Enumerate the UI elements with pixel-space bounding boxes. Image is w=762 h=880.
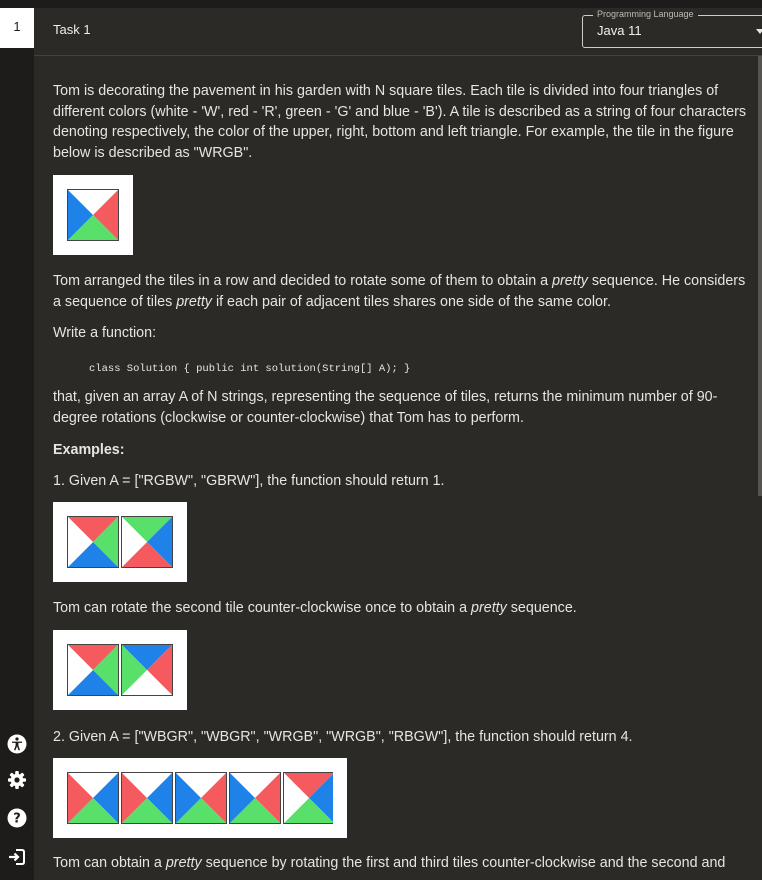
function-signature: class Solution { public int solution(Str… <box>89 363 411 375</box>
tile-RBGW <box>283 772 333 824</box>
scrollbar[interactable] <box>758 56 762 496</box>
language-select-label: Programming Language <box>593 9 698 19</box>
gear-icon[interactable] <box>6 769 28 791</box>
tile-WBGR <box>121 772 173 824</box>
tile-RGBW <box>67 516 119 568</box>
tile-WRGB <box>67 189 119 241</box>
left-rail: 1 ? <box>0 0 34 880</box>
example-1-explanation: Tom can rotate the second tile counter-c… <box>53 600 577 616</box>
task-number-tab[interactable]: 1 <box>0 8 34 48</box>
accessibility-icon[interactable] <box>6 733 28 755</box>
help-icon[interactable]: ? <box>6 807 28 829</box>
intro-paragraph: Tom is decorating the pavement in his ga… <box>53 83 747 161</box>
logout-icon[interactable] <box>6 846 28 868</box>
returns-paragraph: that, given an array A of N strings, rep… <box>53 389 718 426</box>
language-select-value: Java 11 <box>597 23 642 38</box>
tile-WRGB <box>229 772 281 824</box>
example-1-tiles-image <box>53 502 187 582</box>
write-function-text: Write a function: <box>53 325 157 341</box>
tile-GBRW <box>121 516 173 568</box>
examples-heading: Examples: <box>53 442 125 458</box>
tile-WRGB <box>175 772 227 824</box>
example-2-tiles-image <box>53 758 347 838</box>
arranged-paragraph: Tom arranged the tiles in a row and deci… <box>53 273 746 310</box>
task-title: Task 1 <box>53 22 91 37</box>
tile-BRWG <box>121 644 173 696</box>
svg-text:?: ? <box>13 812 21 827</box>
tile-RGBW <box>67 644 119 696</box>
language-select[interactable]: Programming Language Java 11 <box>582 9 762 48</box>
figure-tile-image <box>53 175 133 255</box>
example-2-text: 2. Given A = ["WBGR", "WBGR", "WRGB", "W… <box>53 729 633 745</box>
example-1-text: 1. Given A = ["RGBW", "GBRW"], the funct… <box>53 473 445 489</box>
example-2-explanation: Tom can obtain a pretty sequence by rota… <box>53 855 726 871</box>
chevron-down-icon <box>756 29 762 34</box>
example-1-result-image <box>53 630 187 710</box>
task-header: Task 1 Programming Language Java 11 <box>34 0 762 56</box>
tile-WBGR <box>67 772 119 824</box>
